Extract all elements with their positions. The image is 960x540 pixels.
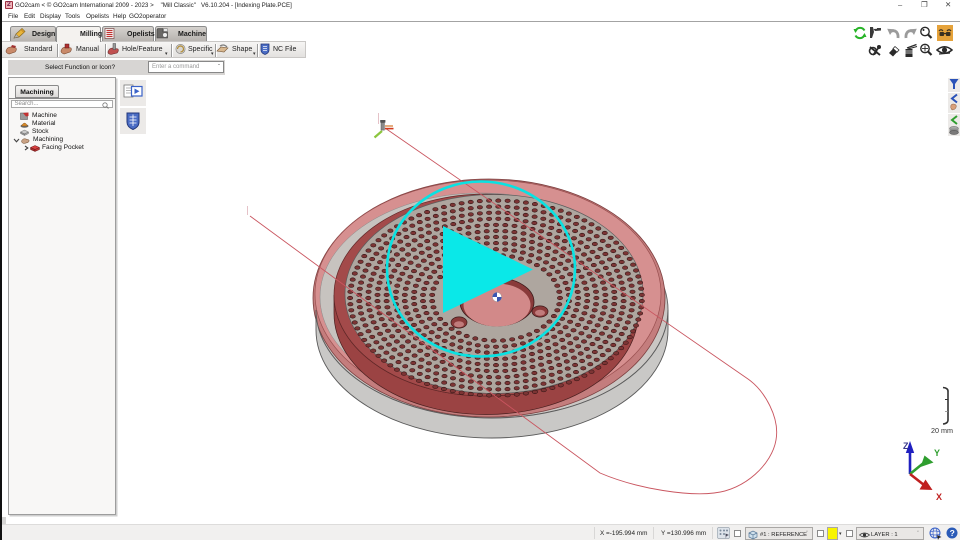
svg-text:20 mm: 20 mm bbox=[931, 426, 953, 435]
svg-text:Z: Z bbox=[903, 441, 909, 451]
svg-text:Y: Y bbox=[934, 448, 940, 458]
svg-text:X: X bbox=[936, 492, 942, 502]
svg-text:?: ? bbox=[950, 528, 955, 538]
